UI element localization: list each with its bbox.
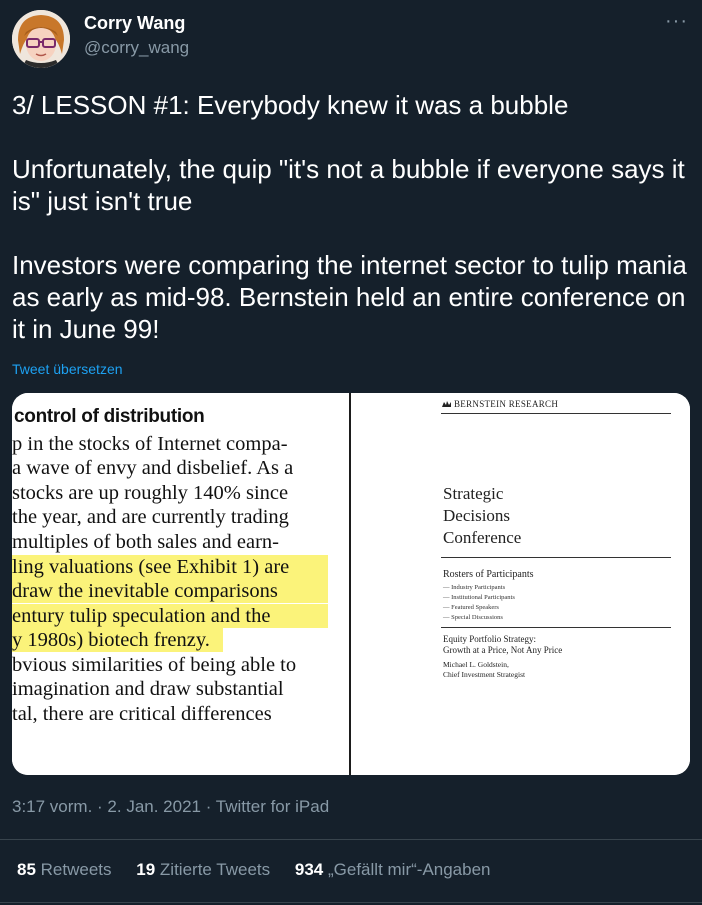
tweet-media[interactable]: control of distribution p in the stocks … bbox=[12, 393, 690, 775]
conference-title: Strategic Decisions Conference bbox=[443, 483, 521, 549]
excerpt-line: the year, and are currently trading bbox=[12, 506, 289, 528]
conference-title-line: Decisions bbox=[443, 506, 511, 525]
quote-tweets-stat[interactable]: 19 Zitierte Tweets bbox=[136, 860, 270, 879]
strategist-line: Chief Investment Strategist bbox=[443, 670, 526, 679]
tweet-timestamp[interactable]: 3:17 vorm. · 2. Jan. 2021 · Twitter for … bbox=[12, 797, 329, 817]
roster-item: — Institutional Participants bbox=[443, 594, 515, 601]
retweets-label: Retweets bbox=[40, 860, 112, 879]
likes-label: „Gefällt mir“-Angaben bbox=[328, 860, 491, 879]
more-options-icon[interactable]: ··· bbox=[665, 10, 688, 33]
title-rule bbox=[441, 557, 671, 558]
excerpt-line: imagination and draw substantial bbox=[12, 678, 284, 700]
likes-count: 934 bbox=[294, 860, 324, 879]
roster-heading: Rosters of Participants bbox=[443, 569, 534, 580]
excerpt-line: bvious similarities of being able to bbox=[12, 654, 297, 676]
strategist-text: Michael L. Goldstein, Chief Investment S… bbox=[443, 660, 525, 680]
quote-tweets-count: 19 bbox=[136, 860, 156, 879]
excerpt-highlighted-line: entury tulip speculation and the bbox=[12, 604, 328, 628]
tweet-line-3: Investors were comparing the internet se… bbox=[12, 250, 687, 344]
quote-tweets-label: Zitierte Tweets bbox=[159, 860, 271, 879]
media-image-excerpt[interactable]: control of distribution p in the stocks … bbox=[12, 393, 349, 775]
bernstein-logo-icon bbox=[442, 401, 451, 407]
retweets-stat[interactable]: 85 Retweets bbox=[17, 860, 112, 879]
excerpt-highlighted-line: draw the inevitable comparisons bbox=[12, 579, 328, 603]
roster-item: — Industry Participants bbox=[443, 584, 506, 591]
conference-title-line: Strategic bbox=[443, 484, 504, 503]
translate-tweet-link[interactable]: Tweet übersetzen bbox=[12, 361, 123, 377]
engagement-stats: 85 Retweets 19 Zitierte Tweets 934 „Gefä… bbox=[17, 860, 511, 880]
media-image-conference-cover[interactable]: BERNSTEIN RESEARCH Strategic Decisions C… bbox=[351, 393, 690, 775]
strategist-line: Michael L. Goldstein, bbox=[443, 660, 509, 669]
avatar[interactable] bbox=[12, 10, 70, 68]
divider bbox=[0, 839, 702, 840]
strategy-line: Equity Portfolio Strategy: bbox=[443, 634, 536, 644]
avatar-illustration bbox=[12, 10, 70, 68]
excerpt-line: p in the stocks of Internet compa- bbox=[12, 433, 288, 455]
strategy-text: Equity Portfolio Strategy: Growth at a P… bbox=[443, 634, 562, 656]
roster-item: — Featured Speakers bbox=[443, 604, 499, 611]
strategy-line: Growth at a Price, Not Any Price bbox=[443, 645, 563, 655]
retweets-count: 85 bbox=[17, 860, 36, 879]
tweet-text: 3/ LESSON #1: Everybody knew it was a bu… bbox=[12, 89, 692, 345]
tweet-line-2: Unfortunately, the quip "it's not a bubb… bbox=[12, 154, 685, 216]
roster-item: — Special Discussions bbox=[443, 614, 503, 621]
brand-rule bbox=[441, 413, 671, 414]
excerpt-line: multiples of both sales and earn- bbox=[12, 531, 280, 553]
excerpt-line: tal, there are critical differences bbox=[12, 703, 272, 725]
author-name[interactable]: Corry Wang bbox=[84, 13, 185, 34]
roster-list: — Industry Participants — Institutional … bbox=[443, 583, 515, 623]
excerpt-line: a wave of envy and disbelief. As a bbox=[12, 457, 294, 479]
excerpt-heading: control of distribution bbox=[14, 406, 205, 427]
excerpt-highlighted-line: y 1980s) biotech frenzy. bbox=[12, 628, 223, 652]
roster-rule bbox=[441, 627, 671, 628]
excerpt-line: stocks are up roughly 140% since bbox=[12, 482, 289, 504]
brand-label: BERNSTEIN RESEARCH bbox=[454, 399, 559, 409]
conference-title-line: Conference bbox=[443, 528, 522, 547]
excerpt-highlighted-line: ling valuations (see Exhibit 1) are bbox=[12, 555, 328, 579]
tweet-line-1: 3/ LESSON #1: Everybody knew it was a bu… bbox=[12, 90, 569, 120]
author-handle[interactable]: @corry_wang bbox=[84, 38, 189, 58]
divider bbox=[0, 902, 702, 903]
likes-stat[interactable]: 934 „Gefällt mir“-Angaben bbox=[295, 860, 491, 879]
